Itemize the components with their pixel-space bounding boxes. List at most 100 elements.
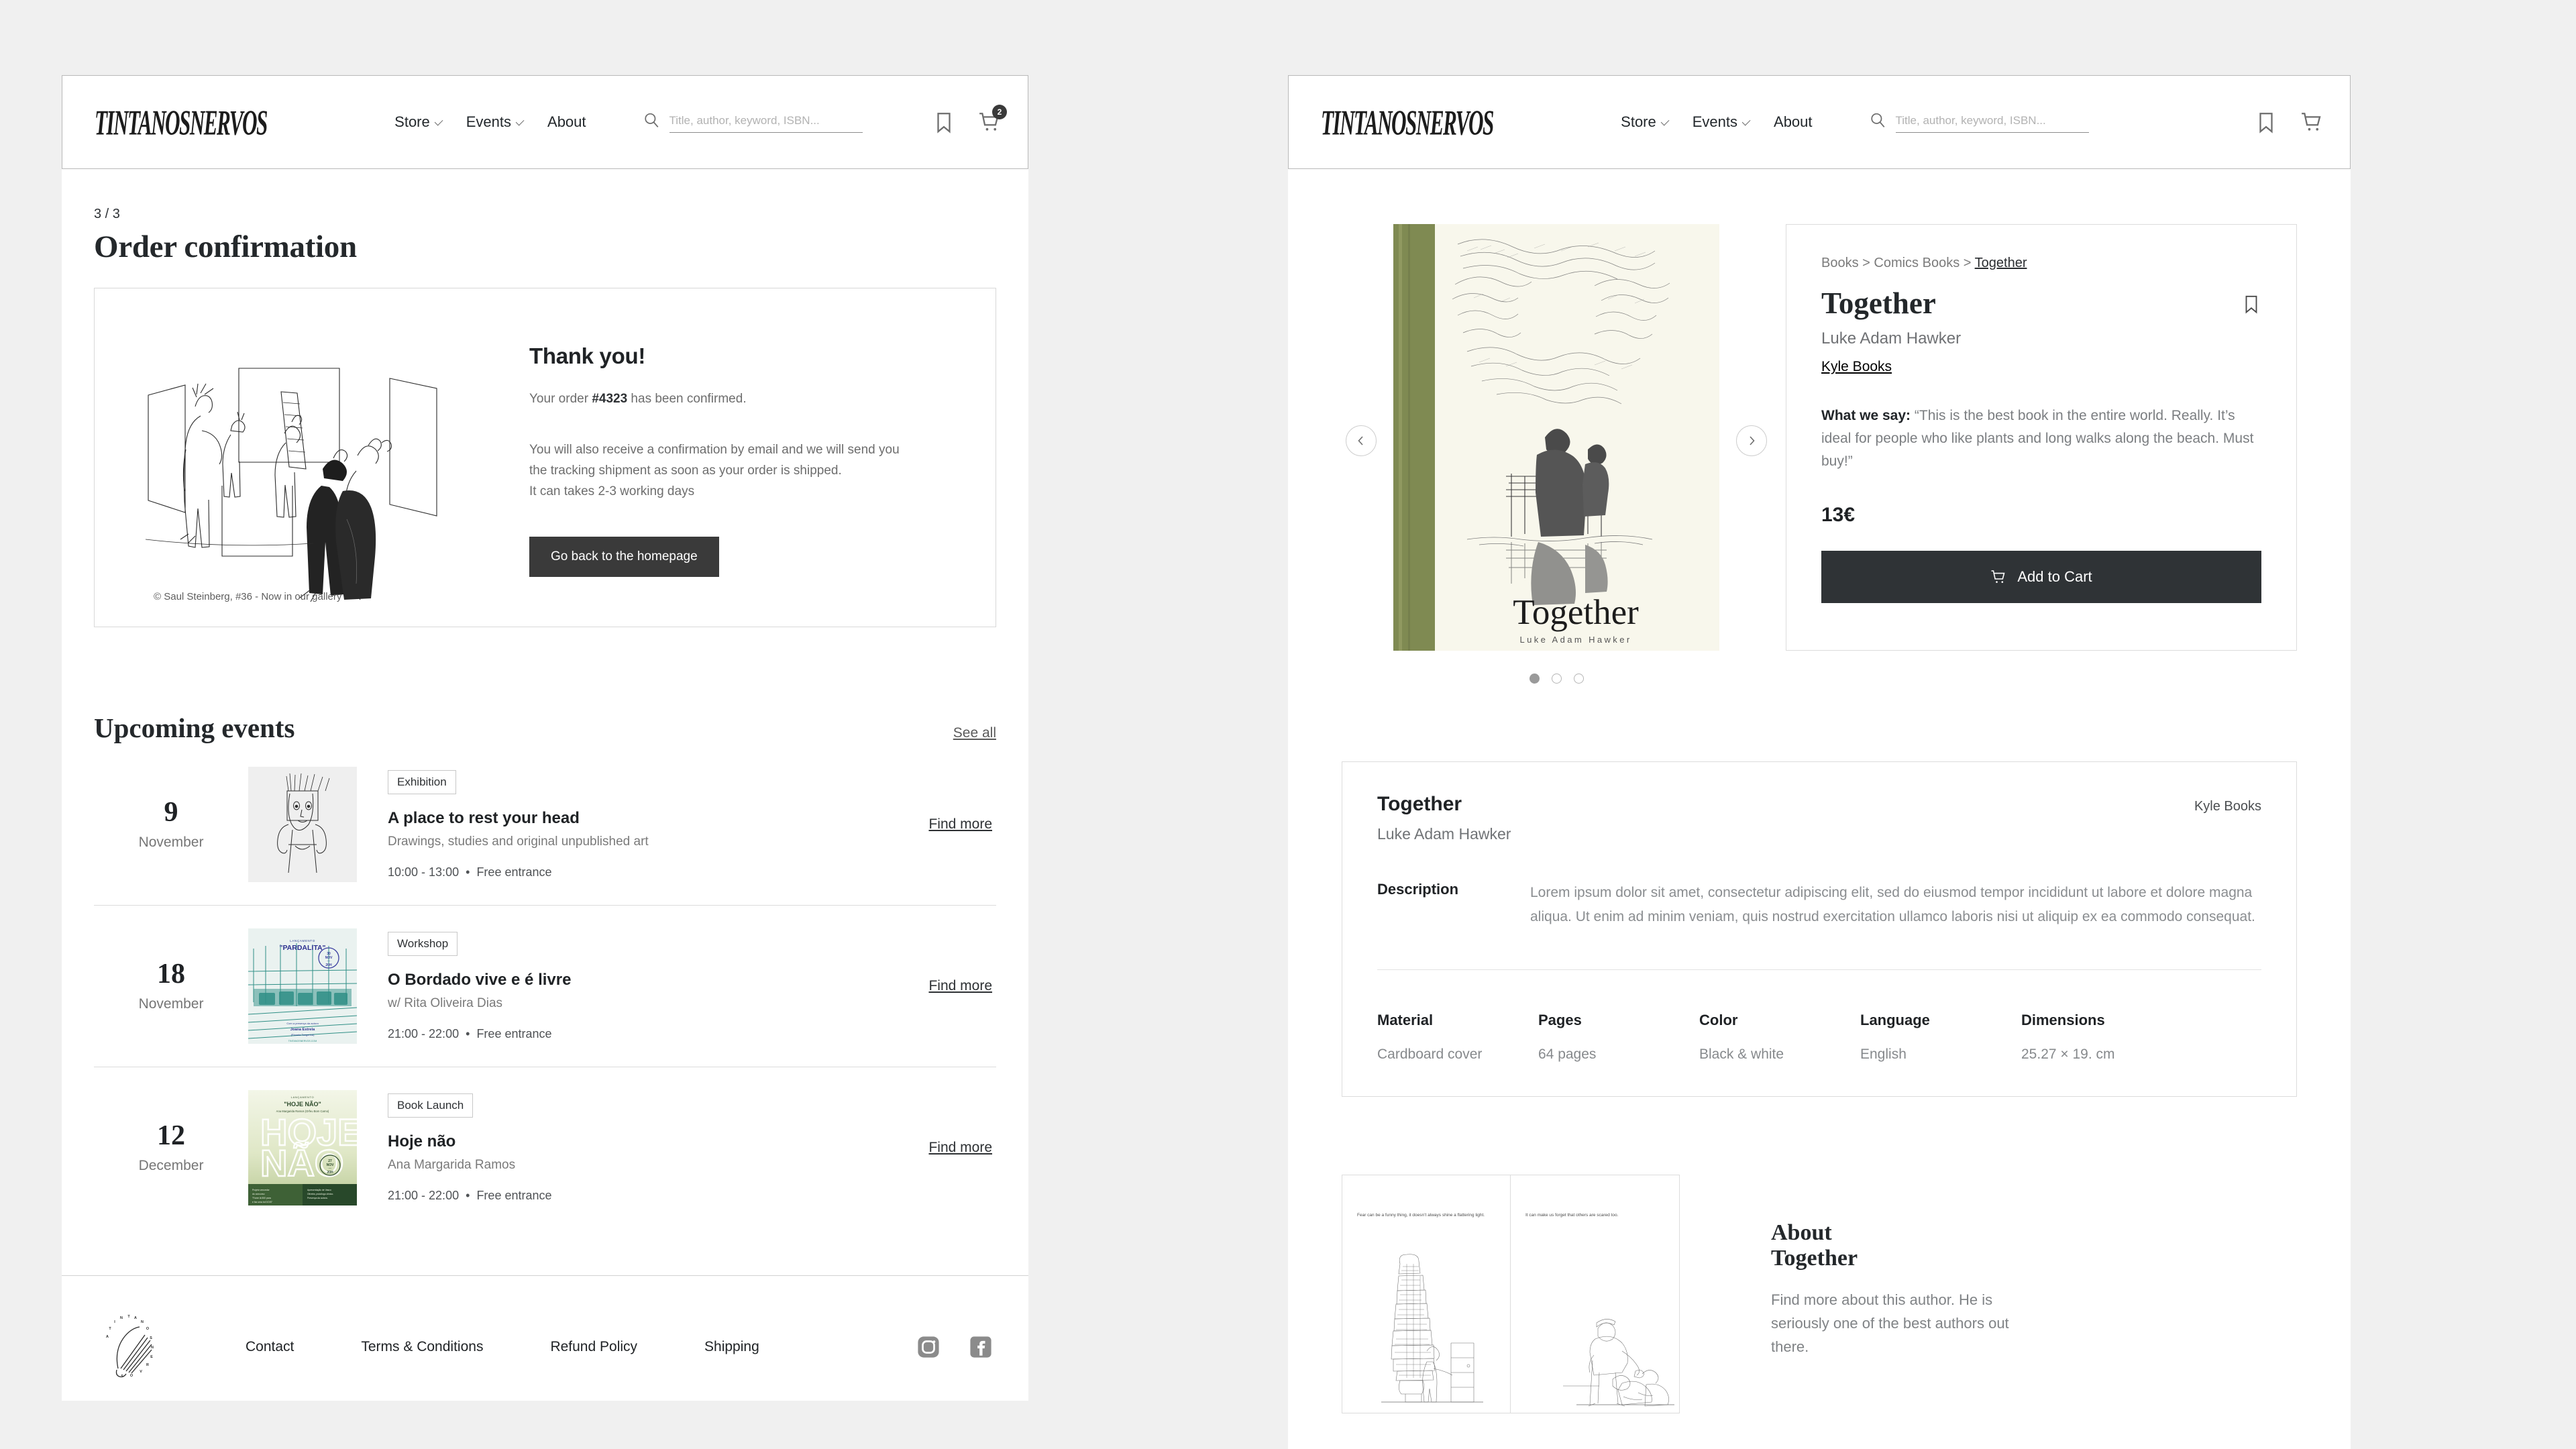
event-row[interactable]: 18 November LANÇAMENTO "PARDALITA" 30 NO… [94, 905, 996, 1067]
event-thumbnail[interactable]: LANÇAMENTO "HOJE NÃO" Ana Margarida Ramo… [248, 1090, 357, 1205]
gallery-dot-1[interactable] [1529, 674, 1540, 684]
see-all-events-link[interactable]: See all [953, 725, 996, 741]
search-input[interactable]: Title, author, keyword, ISBN... [1895, 114, 2089, 133]
svg-text:e faz uma bd DOIS": e faz uma bd DOIS" [252, 1201, 273, 1203]
product-gallery: Together Luke Adam Hawker [1342, 224, 1771, 684]
header-actions [2255, 111, 2323, 133]
book-spread-page[interactable]: It can make us forget that others are sc… [1511, 1175, 1680, 1414]
book-spread-page[interactable]: Fear can be a funny thing, it doesn’t al… [1342, 1175, 1511, 1414]
event-row[interactable]: 9 November Exhibition A place to rest yo… [94, 744, 996, 905]
upcoming-events-title: Upcoming events [94, 712, 295, 743]
svg-text:I: I [114, 1320, 115, 1324]
about-book-name: Together [1771, 1246, 1858, 1271]
facebook-icon [970, 1336, 991, 1358]
chevron-down-icon [1741, 117, 1751, 125]
gallery-prev-button[interactable] [1346, 425, 1377, 456]
shipping-info: You will also receive a confirmation by … [529, 440, 969, 502]
add-to-cart-button[interactable]: Add to Cart [1821, 551, 2261, 604]
bookmark-button[interactable] [2255, 111, 2277, 133]
product-title: Together [1821, 286, 1936, 320]
search-box[interactable]: Title, author, keyword, ISBN... [643, 111, 863, 133]
spec-language: Language English [1860, 1012, 2021, 1063]
thank-you-heading: Thank you! [529, 343, 646, 368]
cart-button[interactable]: 2 [978, 105, 1007, 133]
order-confirmation-card: © Saul Steinberg, #36 - Now in our galle… [94, 288, 996, 627]
social-links [917, 1336, 996, 1358]
order-confirmation-window: TINTANOSNERVOS Store Events About Title,… [62, 75, 1028, 1401]
header-actions: 2 [932, 105, 1007, 133]
spec-dimensions: Dimensions 25.27 × 19. cm [2021, 1012, 2182, 1063]
event-tag: Workshop [388, 931, 458, 956]
nav-item-events[interactable]: Events [1693, 113, 1751, 131]
event-subtitle: Drawings, studies and original unpublish… [388, 834, 649, 849]
svg-text:T: T [127, 1315, 130, 1319]
event-row[interactable]: 12 December LANÇAMENTO "HOJE NÃO" Ana Ma… [94, 1067, 996, 1228]
footer-links: Contact Terms & Conditions Refund Policy… [246, 1339, 759, 1355]
svg-text:A: A [106, 1335, 109, 1339]
event-time: 21:00 - 22:00 [388, 1026, 460, 1040]
main-nav: Store Events About [1621, 113, 1812, 131]
event-tag: Exhibition [388, 769, 456, 794]
nav-item-about[interactable]: About [1774, 113, 1813, 131]
event-find-more-link[interactable]: Find more [928, 978, 996, 994]
chevron-down-icon [434, 117, 443, 125]
page-title: Order confirmation [94, 229, 357, 264]
tinta-nos-nervos-seal-icon: T A N I N T O A S N E R V O S [106, 1315, 154, 1379]
gallery-dot-3[interactable] [1573, 674, 1584, 684]
book-cover-image[interactable]: Together Luke Adam Hawker [1393, 224, 1719, 651]
details-divider [1377, 969, 2261, 971]
shipping-info-line-2: the tracking shipment as soon as your or… [529, 463, 842, 478]
description-row: Description Lorem ipsum dolor sit amet, … [1377, 881, 2261, 929]
instagram-link[interactable] [917, 1336, 940, 1358]
svg-text:N: N [151, 1346, 154, 1350]
breadcrumb-category[interactable]: Comics Books [1874, 256, 1960, 270]
event-find-more-link[interactable]: Find more [928, 816, 996, 833]
product-page-body: Together Luke Adam Hawker Books > Comics… [1288, 224, 2351, 1414]
breadcrumb-books[interactable]: Books [1821, 256, 1859, 270]
event-thumbnail[interactable]: LANÇAMENTO "PARDALITA" 30 NOV — 20H Com … [248, 928, 357, 1044]
footer-link-contact[interactable]: Contact [246, 1339, 294, 1355]
footer-link-shipping[interactable]: Shipping [704, 1339, 759, 1355]
svg-text:Projeto vencedor: Projeto vencedor [252, 1189, 270, 1191]
brand-wordmark[interactable]: TINTANOSNERVOS [95, 101, 268, 143]
event-name: A place to rest your head [388, 808, 580, 827]
event-thumbnail[interactable] [248, 767, 357, 882]
instagram-icon [918, 1336, 939, 1358]
event-date: 9 November [94, 798, 248, 851]
search-box[interactable]: Title, author, keyword, ISBN... [1869, 111, 2089, 133]
facebook-link[interactable] [969, 1336, 992, 1358]
product-hero: Together Luke Adam Hawker Books > Comics… [1342, 224, 2297, 684]
steinberg-illustration: © Saul Steinberg, #36 - Now in our galle… [121, 318, 497, 606]
footer-link-refund[interactable]: Refund Policy [550, 1339, 637, 1355]
product-publisher-link[interactable]: Kyle Books [1821, 359, 1892, 375]
footer-seal-logo[interactable]: T A N I N T O A S N E R V O S [94, 1311, 166, 1383]
nav-item-events[interactable]: Events [466, 113, 525, 131]
event-entrance: Free entrance [476, 1188, 552, 1202]
nav-item-store[interactable]: Store [394, 113, 443, 131]
svg-text:Luke Adam Hawker: Luke Adam Hawker [1519, 635, 1631, 645]
svg-text:T: T [109, 1327, 111, 1331]
event-subtitle: w/ Rita Oliveira Dias [388, 996, 503, 1010]
footer-link-terms[interactable]: Terms & Conditions [361, 1339, 483, 1355]
chevron-down-icon [1660, 117, 1670, 125]
brand-wordmark[interactable]: TINTANOSNERVOS [1321, 101, 1494, 143]
nav-item-about[interactable]: About [547, 113, 586, 131]
event-date: 18 November [94, 960, 248, 1012]
gallery-dots [1342, 674, 1771, 684]
event-find-more-link[interactable]: Find more [928, 1140, 996, 1156]
spec-value: 25.27 × 19. cm [2021, 1046, 2115, 1063]
event-time: 21:00 - 22:00 [388, 1188, 460, 1202]
go-home-button[interactable]: Go back to the homepage [529, 537, 719, 578]
product-price: 13€ [1821, 504, 1856, 527]
search-input[interactable]: Title, author, keyword, ISBN... [669, 114, 863, 133]
nav-item-store[interactable]: Store [1621, 113, 1670, 131]
svg-text:—: — [327, 959, 331, 963]
cart-icon [2302, 113, 2321, 131]
gallery-next-button[interactable] [1736, 425, 1767, 456]
cart-count-badge: 2 [992, 105, 1007, 119]
product-bookmark-button[interactable] [2241, 288, 2261, 314]
bookmark-button[interactable] [932, 111, 955, 133]
gallery-dot-2[interactable] [1551, 674, 1562, 684]
cart-button[interactable] [2300, 111, 2323, 133]
event-month: November [138, 996, 204, 1012]
